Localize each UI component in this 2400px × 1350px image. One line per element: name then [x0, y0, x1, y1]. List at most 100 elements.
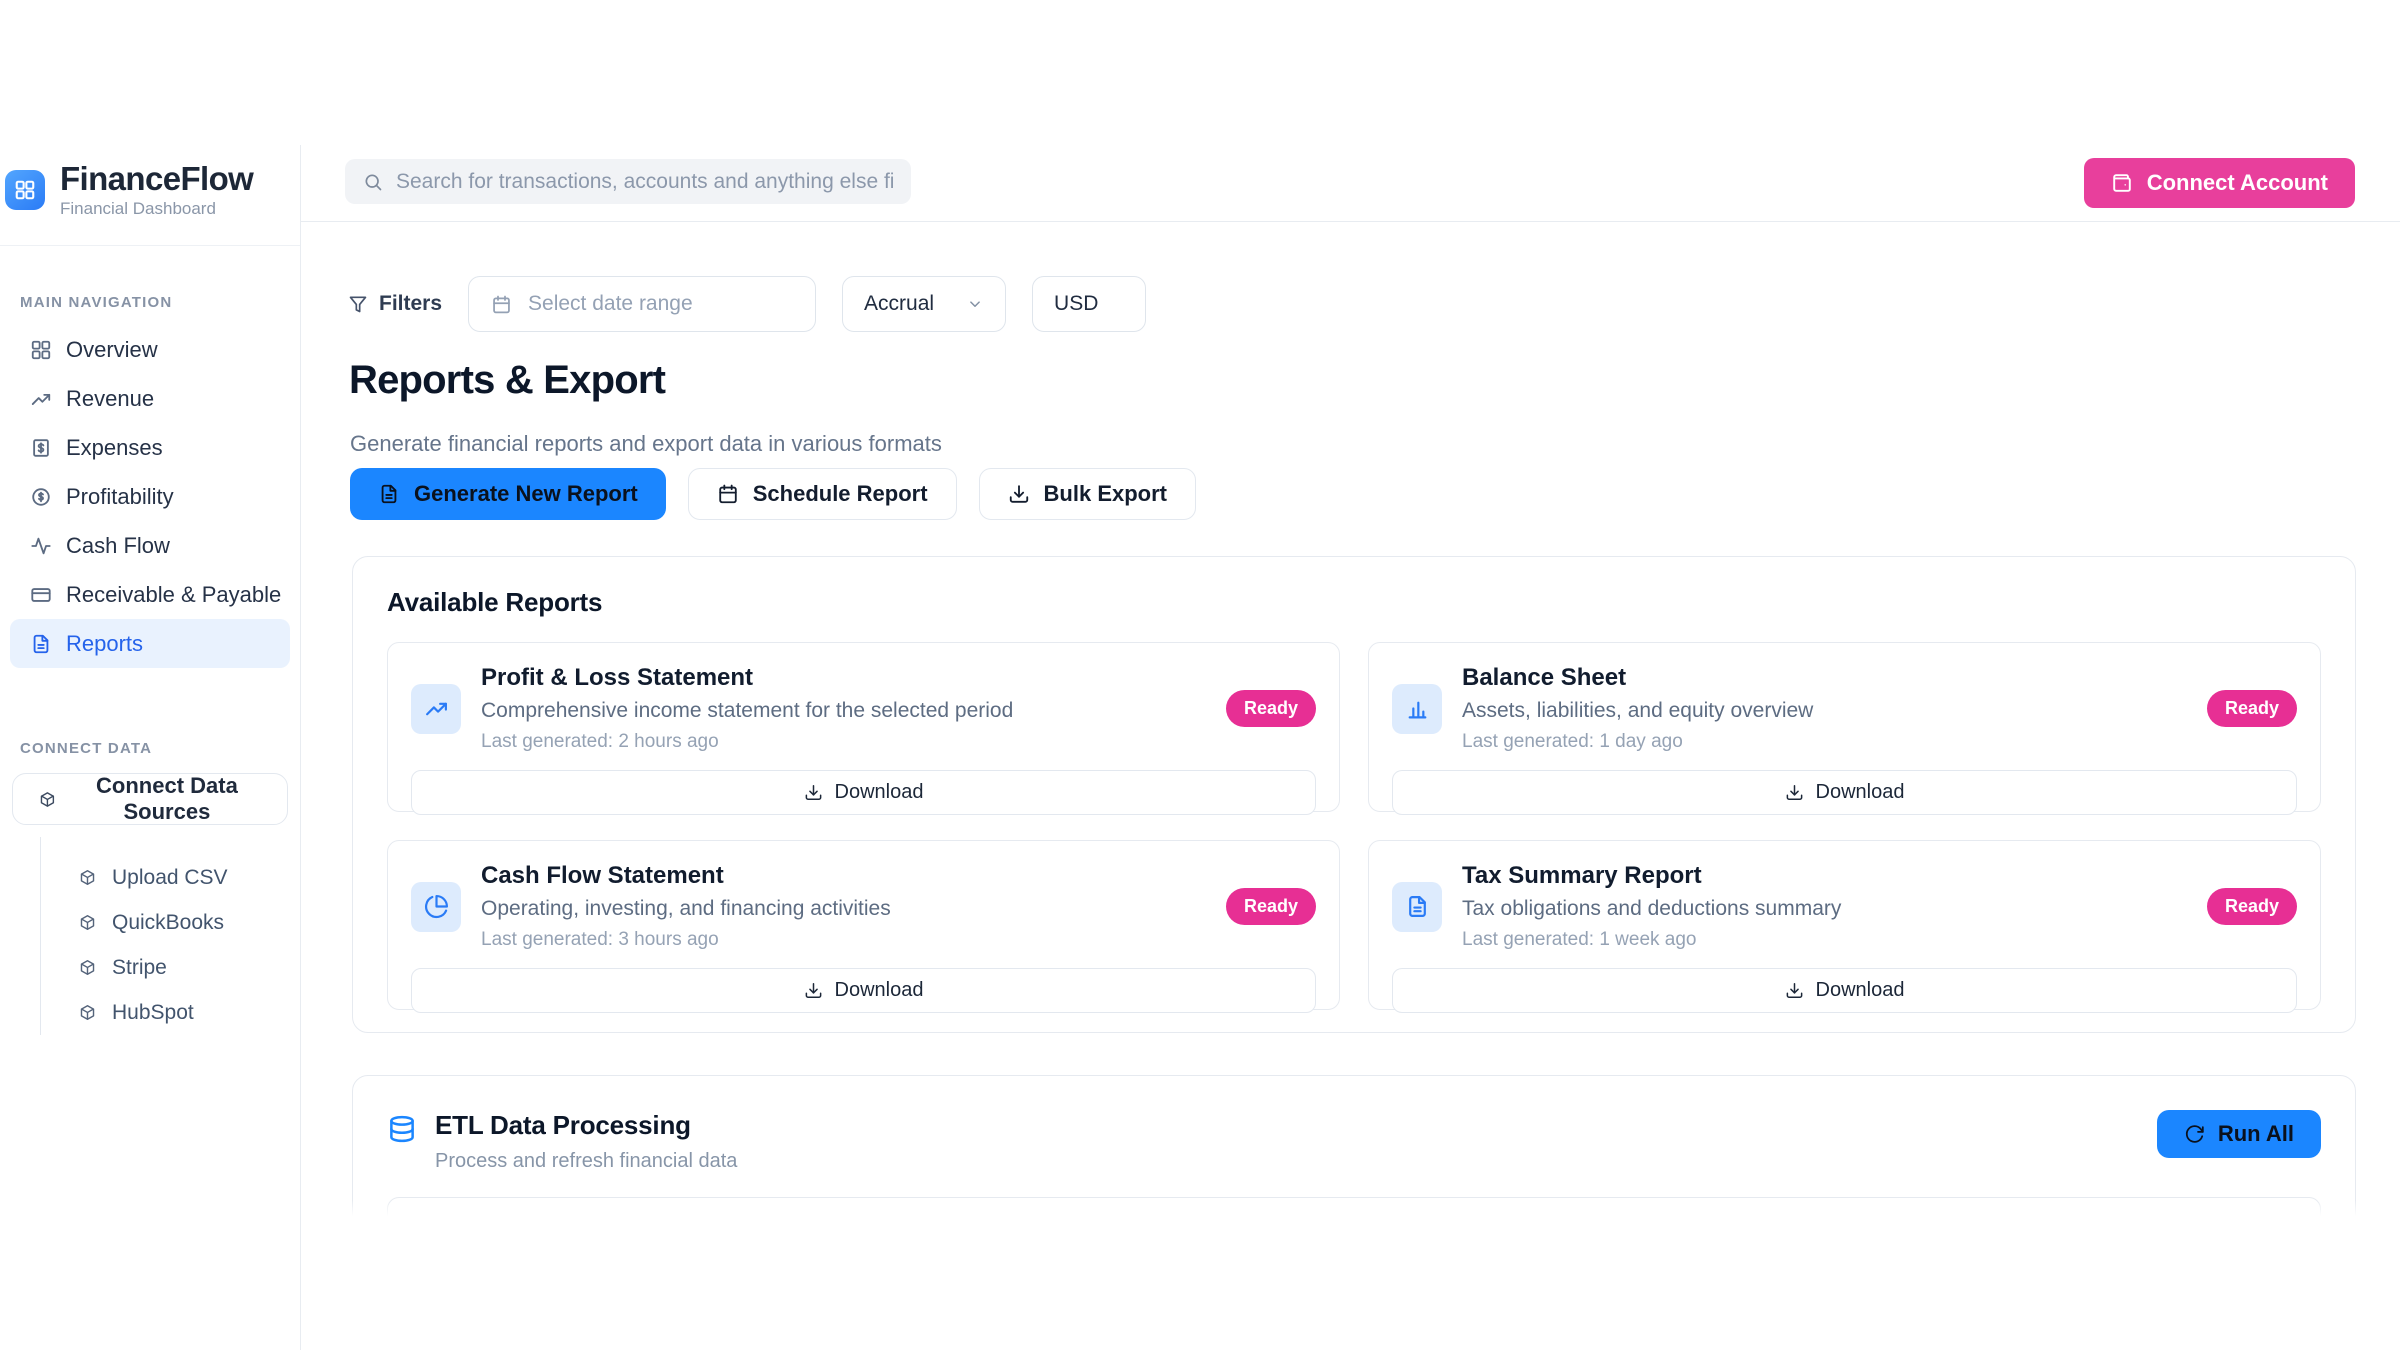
calendar-icon [491, 294, 512, 315]
download-icon [804, 981, 823, 1000]
file-text-icon [378, 483, 400, 505]
wallet-icon [2111, 172, 2133, 194]
source-item-quickbooks[interactable]: QuickBooks [41, 900, 300, 945]
filters-row: Filters Select date range Accrual USD [348, 276, 1146, 332]
sidebar-item-label: Expenses [66, 435, 163, 461]
search-input[interactable] [396, 170, 893, 194]
sidebar-item-label: Overview [66, 337, 158, 363]
filters-label[interactable]: Filters [348, 292, 442, 316]
sidebar-item-label: Reports [66, 631, 143, 657]
bar-chart-icon [1405, 696, 1430, 721]
download-label: Download [835, 781, 924, 804]
download-label: Download [1816, 781, 1905, 804]
filters-text: Filters [379, 292, 442, 316]
sidebar-item-expenses[interactable]: Expenses [10, 423, 290, 472]
source-item-label: HubSpot [112, 1001, 194, 1025]
status-badge: Ready [1226, 690, 1316, 727]
file-text-icon [1405, 894, 1430, 919]
download-button[interactable]: Download [1392, 770, 2297, 815]
package-icon [79, 914, 96, 931]
report-card-top: Cash Flow Statement Operating, investing… [411, 862, 1316, 951]
sidebar-item-reports[interactable]: Reports [10, 619, 290, 668]
download-icon [1785, 981, 1804, 1000]
sidebar-item-revenue[interactable]: Revenue [10, 374, 290, 423]
data-sources-list: Upload CSV QuickBooks Stripe HubSpot [40, 837, 300, 1035]
report-title: Profit & Loss Statement [481, 664, 1206, 692]
schedule-report-label: Schedule Report [753, 481, 928, 507]
etl-panel: ETL Data Processing Process and refresh … [352, 1075, 2356, 1350]
sidebar-item-label: Profitability [66, 484, 174, 510]
main-navigation: Overview Revenue Expenses Profitability … [0, 325, 300, 668]
trending-up-icon [30, 388, 52, 410]
download-label: Download [1816, 979, 1905, 1002]
source-item-upload-csv[interactable]: Upload CSV [41, 855, 300, 900]
sidebar-item-label: Cash Flow [66, 533, 170, 559]
report-card-top: Profit & Loss Statement Comprehensive in… [411, 664, 1316, 753]
report-info: Balance Sheet Assets, liabilities, and e… [1462, 664, 2187, 753]
file-text-icon [30, 633, 52, 655]
connect-data-sources-button[interactable]: Connect Data Sources [12, 773, 288, 825]
date-range-input[interactable]: Select date range [468, 276, 816, 332]
page-title: Reports & Export [349, 358, 665, 403]
etl-text: ETL Data Processing Process and refresh … [435, 1110, 737, 1173]
etl-title: ETL Data Processing [435, 1110, 737, 1141]
database-icon [387, 1114, 417, 1144]
reports-grid: Profit & Loss Statement Comprehensive in… [353, 642, 2355, 1010]
report-last-generated: Last generated: 2 hours ago [481, 731, 1206, 753]
etl-title-block: ETL Data Processing Process and refresh … [387, 1110, 737, 1173]
brand-name: FinanceFlow [60, 162, 253, 195]
accounting-method-select[interactable]: Accrual [842, 276, 1006, 332]
refresh-icon [2184, 1124, 2205, 1145]
page-subtitle: Generate financial reports and export da… [350, 431, 942, 457]
download-button[interactable]: Download [411, 770, 1316, 815]
status-badge: Ready [1226, 888, 1316, 925]
connect-account-button[interactable]: Connect Account [2084, 158, 2355, 208]
report-card-balance-sheet: Balance Sheet Assets, liabilities, and e… [1368, 642, 2321, 812]
etl-header: ETL Data Processing Process and refresh … [387, 1110, 2321, 1173]
sidebar-item-profitability[interactable]: Profitability [10, 472, 290, 521]
schedule-report-button[interactable]: Schedule Report [688, 468, 957, 520]
sidebar-item-label: Revenue [66, 386, 154, 412]
download-icon [1785, 783, 1804, 802]
top-header: Connect Account [301, 145, 2400, 222]
search-icon [363, 172, 383, 192]
sidebar-item-receivable-payable[interactable]: Receivable & Payable [10, 570, 290, 619]
download-button[interactable]: Download [411, 968, 1316, 1013]
dashboard-grid-icon [14, 179, 36, 201]
sidebar-item-label: Receivable & Payable [66, 582, 281, 608]
report-icon-chip [411, 684, 461, 734]
connect-account-label: Connect Account [2147, 170, 2328, 196]
sidebar-item-overview[interactable]: Overview [10, 325, 290, 374]
run-all-button[interactable]: Run All [2157, 1110, 2321, 1158]
report-card-top: Tax Summary Report Tax obligations and d… [1392, 862, 2297, 951]
bulk-export-button[interactable]: Bulk Export [979, 468, 1196, 520]
source-item-stripe[interactable]: Stripe [41, 945, 300, 990]
brand-block: FinanceFlow Financial Dashboard [0, 145, 300, 246]
status-badge: Ready [2207, 888, 2297, 925]
run-all-label: Run All [2218, 1121, 2294, 1147]
etl-jobs-container [387, 1197, 2321, 1350]
package-icon [39, 789, 56, 810]
global-search[interactable] [345, 159, 911, 204]
available-reports-title: Available Reports [353, 557, 2355, 642]
report-card-top: Balance Sheet Assets, liabilities, and e… [1392, 664, 2297, 753]
download-button[interactable]: Download [1392, 968, 2297, 1013]
generate-new-report-button[interactable]: Generate New Report [350, 468, 666, 520]
app-logo [5, 170, 45, 210]
receipt-dollar-icon [30, 437, 52, 459]
chevron-down-icon [966, 295, 984, 313]
grid-icon [30, 339, 52, 361]
report-info: Profit & Loss Statement Comprehensive in… [481, 664, 1206, 753]
download-icon [1008, 483, 1030, 505]
pie-chart-icon [424, 894, 449, 919]
source-item-hubspot[interactable]: HubSpot [41, 990, 300, 1035]
currency-select[interactable]: USD [1032, 276, 1146, 332]
etl-subtitle: Process and refresh financial data [435, 1150, 737, 1173]
credit-card-icon [30, 584, 52, 606]
report-icon-chip [411, 882, 461, 932]
sidebar-item-cash-flow[interactable]: Cash Flow [10, 521, 290, 570]
report-description: Comprehensive income statement for the s… [481, 699, 1206, 723]
available-reports-panel: Available Reports Profit & Loss Statemen… [352, 556, 2356, 1033]
report-info: Tax Summary Report Tax obligations and d… [1462, 862, 2187, 951]
connect-data-sources-label: Connect Data Sources [73, 773, 261, 825]
